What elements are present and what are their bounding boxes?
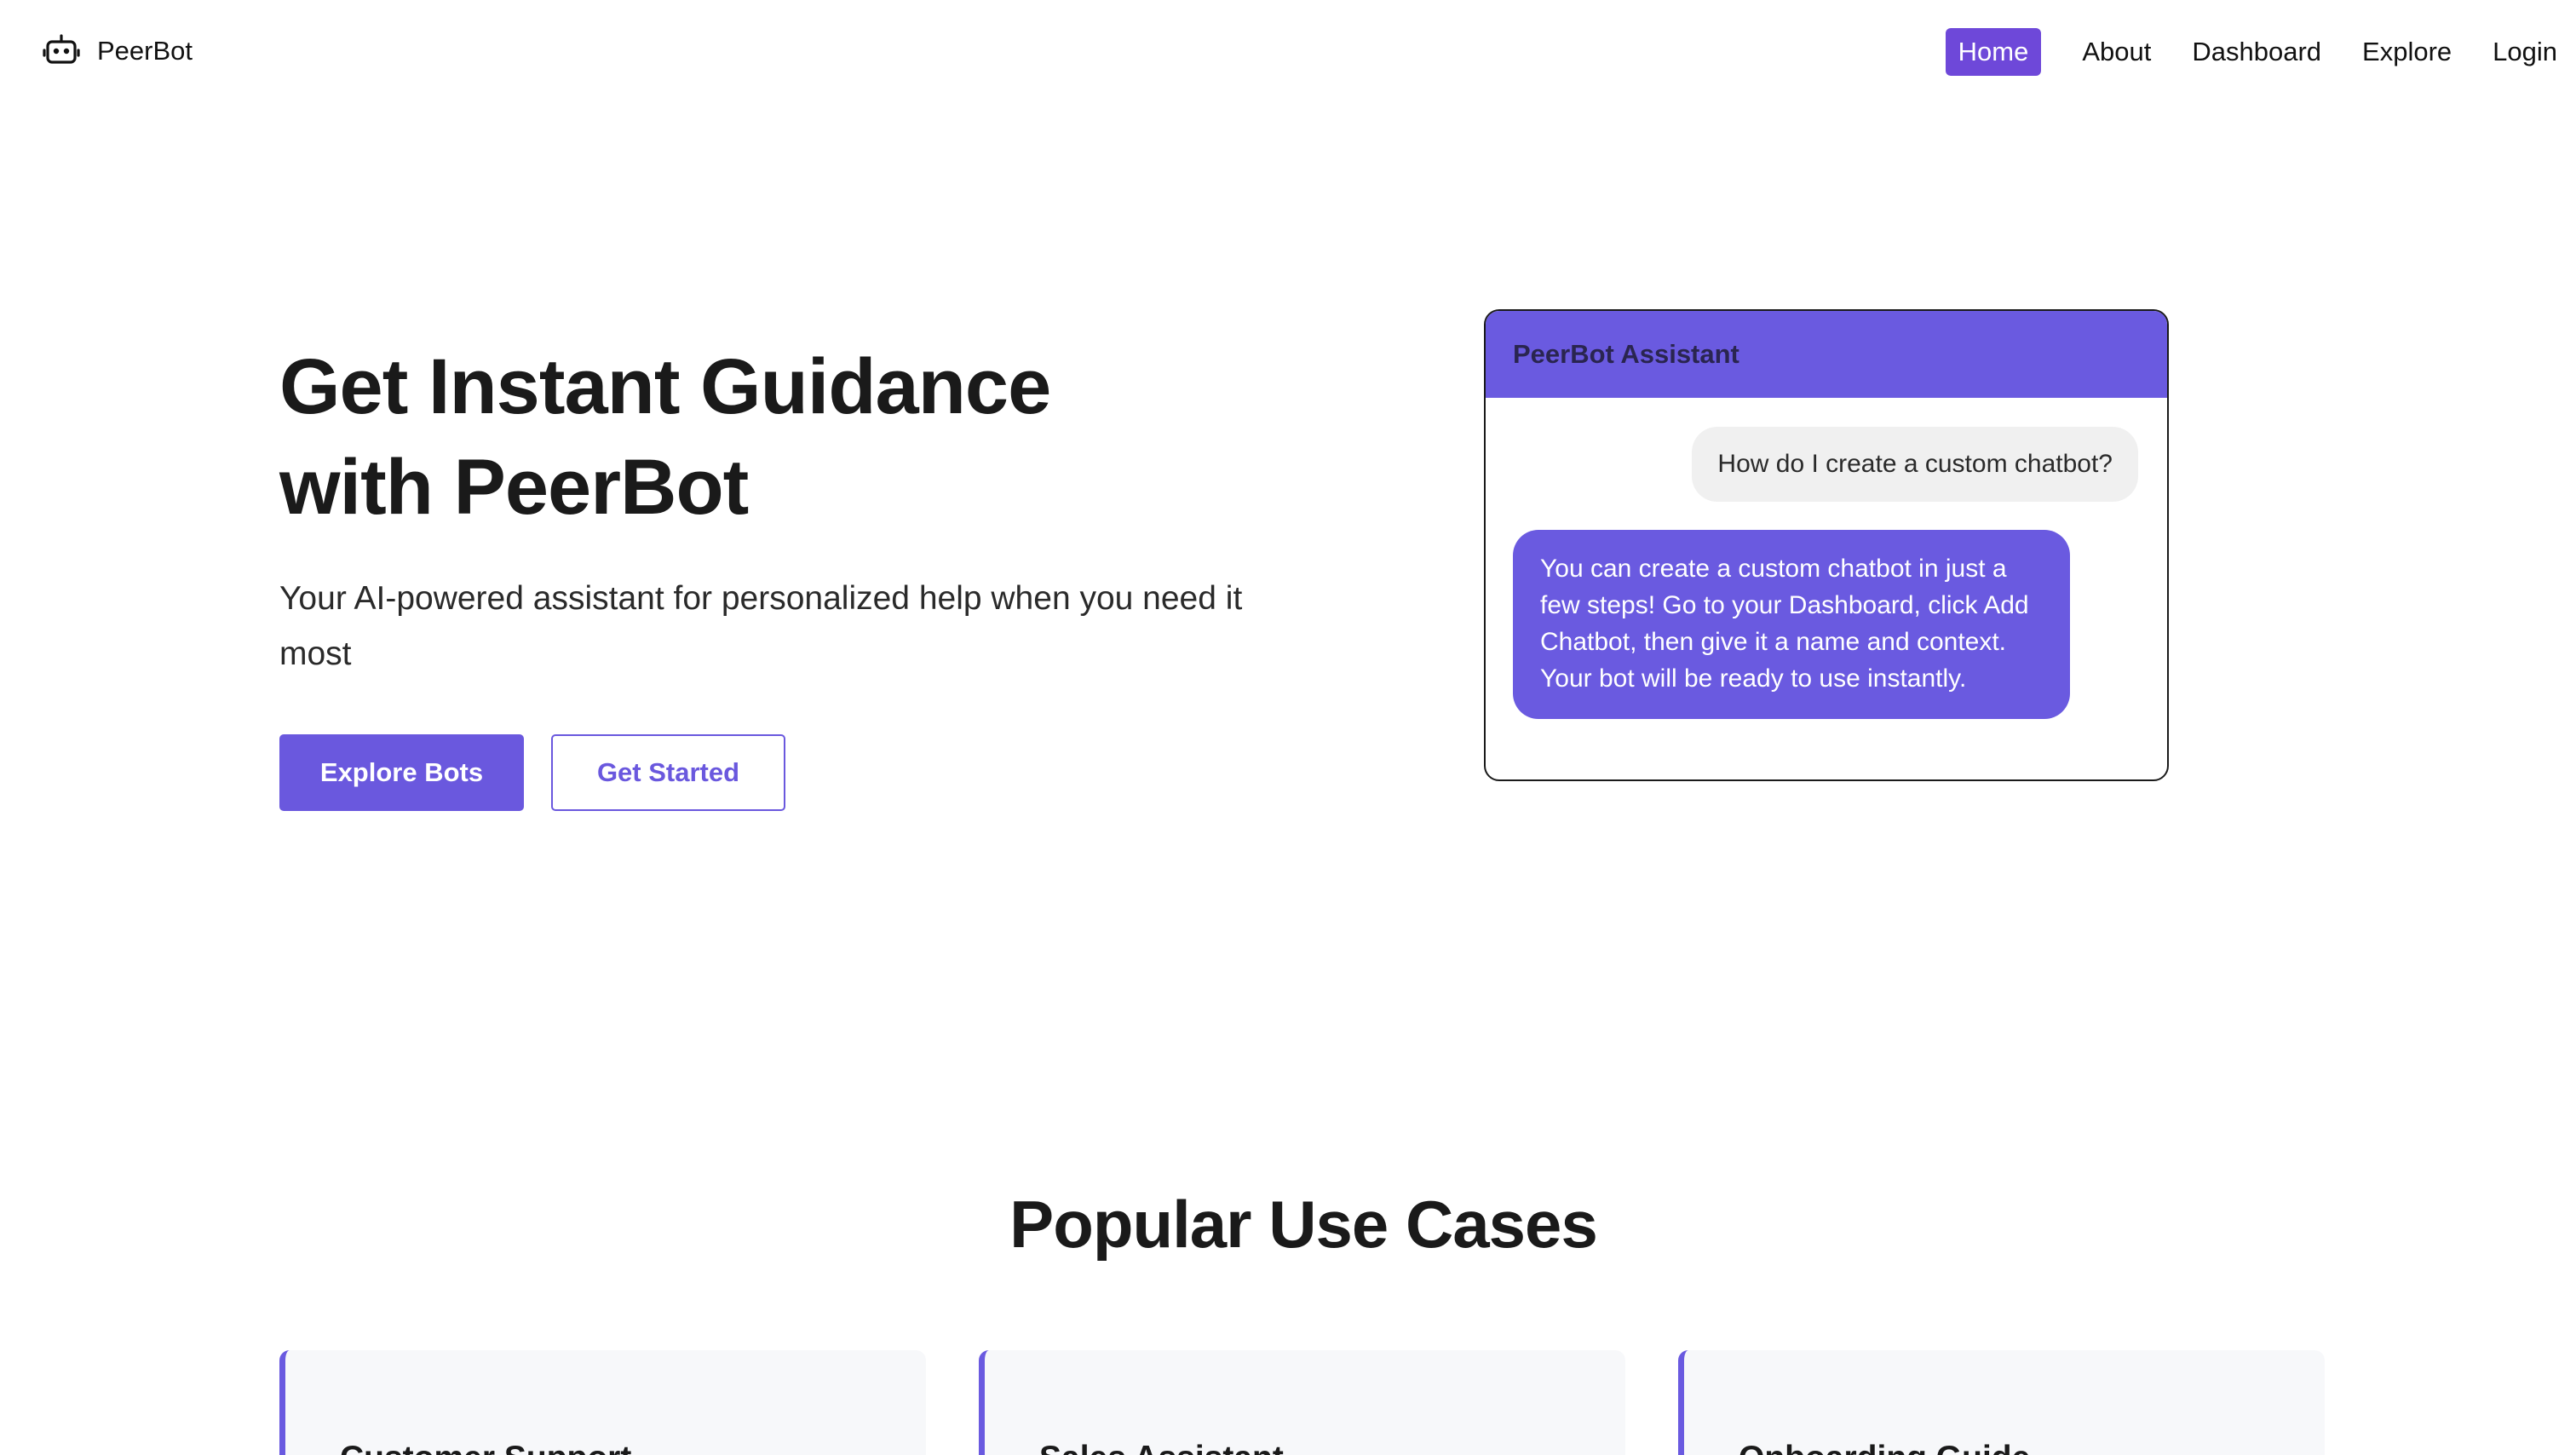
brand-logo[interactable]: PeerBot: [43, 32, 193, 70]
page: PeerBot Home About Dashboard Explore Log…: [0, 0, 2576, 1455]
nav-about[interactable]: About: [2082, 28, 2151, 76]
use-case-card-onboarding-guide[interactable]: Onboarding Guide: [1678, 1350, 2325, 1455]
user-message-bubble: How do I create a custom chatbot?: [1692, 427, 2138, 502]
hero-title-line2: with PeerBot: [279, 444, 749, 531]
hero-title-line1: Get Instant Guidance: [279, 343, 1051, 430]
nav-login[interactable]: Login: [2493, 28, 2557, 76]
chat-header: PeerBot Assistant: [1486, 311, 2167, 398]
nav-explore[interactable]: Explore: [2362, 28, 2452, 76]
nav-dashboard[interactable]: Dashboard: [2192, 28, 2321, 76]
nav-links: Home About Dashboard Explore Login: [1945, 28, 2557, 76]
use-case-card-sales-assistant[interactable]: Sales Assistant: [979, 1350, 1625, 1455]
chat-preview-card: PeerBot Assistant How do I create a cust…: [1484, 309, 2169, 781]
explore-bots-button[interactable]: Explore Bots: [279, 734, 524, 811]
use-case-card-customer-support[interactable]: Customer Support: [279, 1350, 926, 1455]
nav-home[interactable]: Home: [1945, 28, 2042, 76]
use-case-card-title: Customer Support: [340, 1440, 631, 1455]
navbar: PeerBot Home About Dashboard Explore Log…: [0, 0, 2576, 104]
brand-name: PeerBot: [97, 36, 193, 66]
robot-icon: [43, 32, 80, 70]
hero-title: Get Instant Guidance with PeerBot: [279, 336, 1387, 538]
use-case-cards: Customer Support Sales Assistant Onboard…: [279, 1350, 2325, 1455]
use-case-card-title: Onboarding Guide: [1739, 1440, 2030, 1455]
bot-message-bubble: You can create a custom chatbot in just …: [1513, 530, 2070, 719]
get-started-button[interactable]: Get Started: [551, 734, 785, 811]
use-cases-title: Popular Use Cases: [1009, 1187, 1598, 1262]
hero-subtitle: Your AI-powered assistant for personaliz…: [279, 580, 1243, 672]
use-case-card-title: Sales Assistant: [1039, 1440, 1284, 1455]
